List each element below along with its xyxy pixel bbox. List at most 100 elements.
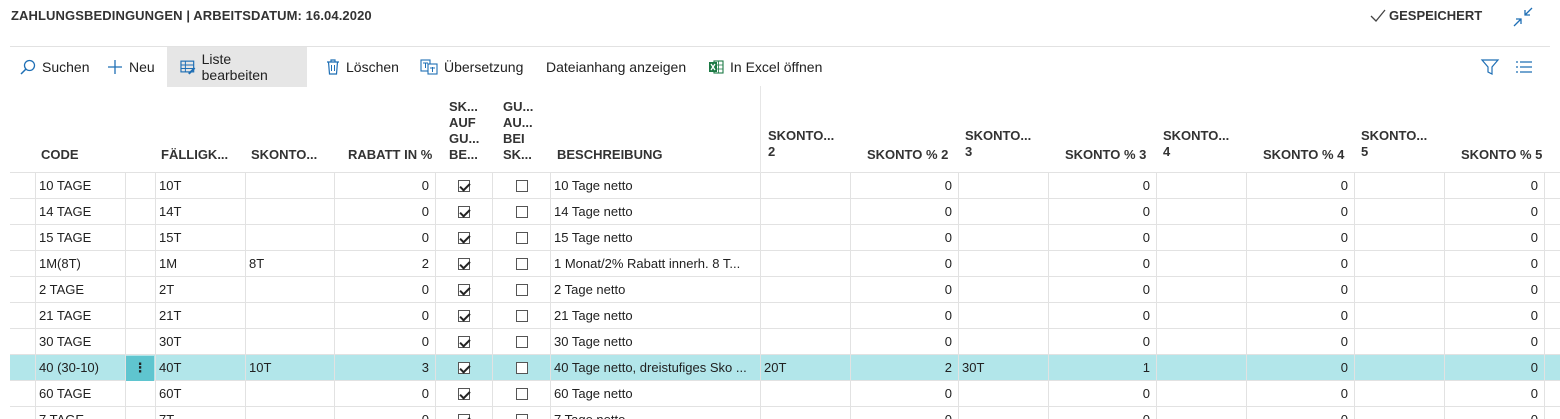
cell-rabatt[interactable]: 0 bbox=[335, 407, 436, 419]
cell-sk3[interactable] bbox=[959, 173, 1049, 199]
cell-p2[interactable]: 0 bbox=[851, 407, 959, 419]
credit-memo-discount-checkbox[interactable] bbox=[493, 303, 551, 329]
cell-p2[interactable]: 0 bbox=[851, 329, 959, 355]
cell-sk5[interactable] bbox=[1355, 251, 1445, 277]
cell-disc[interactable] bbox=[246, 329, 335, 355]
calc-discount-credit-checkbox[interactable] bbox=[436, 381, 493, 407]
calc-discount-credit-checkbox[interactable] bbox=[436, 407, 493, 419]
cell-p5[interactable]: 0 bbox=[1445, 381, 1545, 407]
cell-sk5[interactable] bbox=[1355, 225, 1445, 251]
cell-code[interactable]: 40 (30-10) bbox=[36, 355, 126, 381]
cell-sk4[interactable] bbox=[1157, 381, 1247, 407]
cell-p3[interactable]: 0 bbox=[1049, 329, 1157, 355]
col-calc-discount-credit[interactable]: SK... AUF GU... BE... bbox=[449, 99, 479, 163]
cell-p2[interactable]: 0 bbox=[851, 303, 959, 329]
cell-disc[interactable]: 10T bbox=[246, 355, 335, 381]
cell-due[interactable]: 14T bbox=[156, 199, 246, 225]
cell-sk4[interactable] bbox=[1157, 329, 1247, 355]
checkbox[interactable] bbox=[458, 232, 470, 244]
cell-code[interactable]: 10 TAGE bbox=[36, 173, 126, 199]
cell-p4[interactable]: 0 bbox=[1247, 199, 1355, 225]
cell-desc[interactable]: 10 Tage netto bbox=[551, 173, 761, 199]
checkbox[interactable] bbox=[458, 336, 470, 348]
credit-memo-discount-checkbox[interactable] bbox=[493, 173, 551, 199]
cell-p4[interactable]: 0 bbox=[1247, 225, 1355, 251]
cell-p3[interactable]: 0 bbox=[1049, 277, 1157, 303]
cell-desc[interactable]: 2 Tage netto bbox=[551, 277, 761, 303]
cell-sk5[interactable] bbox=[1355, 355, 1445, 381]
col-discount-date-calc-2[interactable]: SKONTO... 2 bbox=[768, 128, 834, 160]
cell-due[interactable]: 40T bbox=[156, 355, 246, 381]
cell-p3[interactable]: 0 bbox=[1049, 173, 1157, 199]
cell-desc[interactable]: 30 Tage netto bbox=[551, 329, 761, 355]
col-discount-percent[interactable]: RABATT IN % bbox=[348, 147, 432, 163]
cell-p4[interactable]: 0 bbox=[1247, 277, 1355, 303]
list-view-icon[interactable] bbox=[1514, 57, 1534, 77]
credit-memo-discount-checkbox[interactable] bbox=[493, 277, 551, 303]
credit-memo-discount-checkbox[interactable] bbox=[493, 407, 551, 419]
cell-sk2[interactable] bbox=[761, 199, 851, 225]
cell-sk2[interactable] bbox=[761, 329, 851, 355]
cell-sk4[interactable] bbox=[1157, 277, 1247, 303]
cell-disc[interactable] bbox=[246, 199, 335, 225]
cell-sk4[interactable] bbox=[1157, 173, 1247, 199]
cell-rabatt[interactable]: 2 bbox=[335, 251, 436, 277]
checkbox[interactable] bbox=[515, 388, 528, 400]
cell-sk4[interactable] bbox=[1157, 355, 1247, 381]
cell-sk4[interactable] bbox=[1157, 225, 1247, 251]
cell-sk5[interactable] bbox=[1355, 199, 1445, 225]
cell-sk3[interactable] bbox=[959, 199, 1049, 225]
excel-button[interactable]: In Excel öffnen bbox=[700, 47, 830, 87]
cell-due[interactable]: 1M bbox=[156, 251, 246, 277]
credit-memo-discount-checkbox[interactable] bbox=[493, 199, 551, 225]
cell-p3[interactable]: 1 bbox=[1049, 355, 1157, 381]
cell-p3[interactable]: 0 bbox=[1049, 199, 1157, 225]
calc-discount-credit-checkbox[interactable] bbox=[436, 277, 493, 303]
checkbox[interactable] bbox=[458, 414, 470, 419]
cell-sk2[interactable]: 20T bbox=[761, 355, 851, 381]
checkbox[interactable] bbox=[515, 258, 528, 270]
col-credit-memo-discount[interactable]: GU... AU... BEI SK... bbox=[503, 99, 533, 163]
row-menu[interactable]: ⋮ bbox=[126, 355, 156, 381]
cell-desc[interactable]: 40 Tage netto, dreistufiges Sko ... bbox=[551, 355, 761, 381]
cell-sk4[interactable] bbox=[1157, 407, 1247, 419]
cell-p2[interactable]: 0 bbox=[851, 381, 959, 407]
checkbox[interactable] bbox=[515, 206, 528, 218]
cell-code[interactable]: 30 TAGE bbox=[36, 329, 126, 355]
cell-sk4[interactable] bbox=[1157, 303, 1247, 329]
cell-desc[interactable]: 7 Tage netto bbox=[551, 407, 761, 419]
calc-discount-credit-checkbox[interactable] bbox=[436, 329, 493, 355]
col-code[interactable]: CODE bbox=[41, 147, 79, 163]
cell-sk3[interactable] bbox=[959, 303, 1049, 329]
cell-sk4[interactable] bbox=[1157, 199, 1247, 225]
checkbox[interactable] bbox=[515, 336, 528, 348]
cell-p5[interactable]: 0 bbox=[1445, 303, 1545, 329]
cell-due[interactable]: 15T bbox=[156, 225, 246, 251]
cell-desc[interactable]: 1 Monat/2% Rabatt innerh. 8 T... bbox=[551, 251, 761, 277]
search-button[interactable]: Suchen bbox=[12, 47, 97, 87]
cell-sk5[interactable] bbox=[1355, 173, 1445, 199]
cell-p5[interactable]: 0 bbox=[1445, 407, 1545, 419]
cell-sk5[interactable] bbox=[1355, 407, 1445, 419]
credit-memo-discount-checkbox[interactable] bbox=[493, 251, 551, 277]
checkbox[interactable] bbox=[515, 362, 528, 374]
cell-disc[interactable]: 8T bbox=[246, 251, 335, 277]
edit-list-button[interactable]: Liste bearbeiten bbox=[167, 47, 307, 87]
col-discount-date-calc[interactable]: SKONTO... bbox=[251, 147, 317, 163]
row-menu[interactable] bbox=[126, 303, 156, 329]
cell-p4[interactable]: 0 bbox=[1247, 251, 1355, 277]
cell-rabatt[interactable]: 0 bbox=[335, 329, 436, 355]
cell-p2[interactable]: 0 bbox=[851, 173, 959, 199]
filter-icon[interactable] bbox=[1480, 57, 1500, 77]
cell-sk3[interactable] bbox=[959, 329, 1049, 355]
checkbox[interactable] bbox=[458, 310, 470, 322]
cell-p3[interactable]: 0 bbox=[1049, 225, 1157, 251]
table-row[interactable]: 1M(8T) 1M 8T 2 1 Monat/2% Rabatt innerh. 8 T… bbox=[10, 251, 1560, 277]
cell-p5[interactable]: 0 bbox=[1445, 199, 1545, 225]
cell-p2[interactable]: 0 bbox=[851, 199, 959, 225]
cell-rabatt[interactable]: 0 bbox=[335, 277, 436, 303]
cell-p3[interactable]: 0 bbox=[1049, 303, 1157, 329]
cell-sk3[interactable] bbox=[959, 381, 1049, 407]
cell-sk2[interactable] bbox=[761, 173, 851, 199]
col-discount-date-calc-3[interactable]: SKONTO... 3 bbox=[965, 128, 1031, 160]
